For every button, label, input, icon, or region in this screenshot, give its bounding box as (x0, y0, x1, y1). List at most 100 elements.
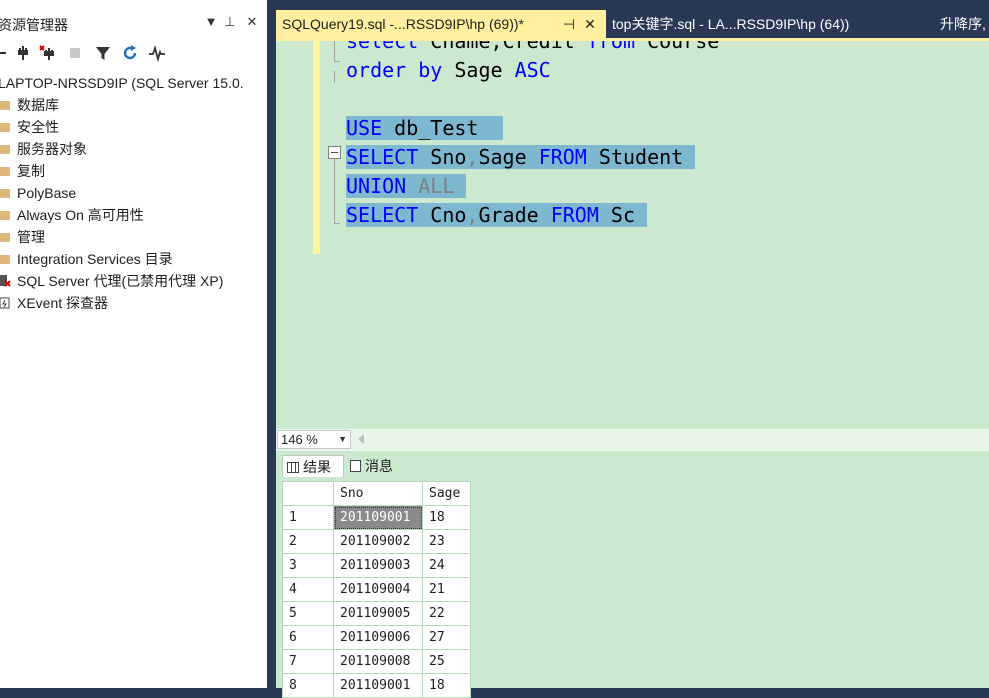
close-panel-icon[interactable]: ✕ (244, 13, 260, 31)
code-line-text: USE db_Test (346, 116, 503, 140)
change-tracking-bar (313, 41, 320, 254)
grid-header-row: Sno Sage (282, 481, 471, 506)
folder-icon (0, 211, 10, 220)
row-number[interactable]: 4 (282, 577, 334, 602)
window-position-dropdown-icon[interactable]: ▼ (203, 13, 219, 31)
cell-sage[interactable]: 22 (422, 601, 471, 626)
code-token: Grade (478, 203, 551, 227)
code-token: Cno (418, 203, 467, 227)
cell-sage[interactable]: 21 (422, 577, 471, 602)
close-tab-icon[interactable]: ✕ (582, 10, 598, 38)
tab-results[interactable]: 结果 (282, 455, 344, 477)
code-token: Sage (478, 145, 539, 169)
refresh-icon[interactable] (121, 44, 139, 62)
row-number[interactable]: 6 (282, 625, 334, 650)
folder-icon (0, 189, 10, 198)
folder-icon (0, 255, 10, 264)
outline-line (334, 223, 340, 224)
scroll-left-icon[interactable] (358, 434, 364, 444)
cell-sno[interactable]: 201109003 (333, 553, 423, 578)
code-line-text: SELECT Cno,Grade FROM Sc (346, 203, 648, 227)
pin-tab-icon[interactable]: ⊣ (561, 10, 577, 38)
table-row[interactable]: 1 201109001 18 (282, 505, 471, 530)
cell-sno[interactable]: 201109006 (333, 625, 423, 650)
auto-hide-pin-icon[interactable]: ⊥ (222, 13, 238, 31)
cell-sage[interactable]: 25 (422, 649, 471, 674)
table-row[interactable]: 2 201109002 23 (282, 529, 471, 554)
results-grid[interactable]: Sno Sage 1 201109001 18 2 201109002 23 3 201109… (282, 481, 471, 698)
tab-overflow[interactable]: 升降序, (940, 10, 986, 38)
query-editor[interactable]: select Cname,Credit from Course order by … (276, 41, 989, 429)
code-line[interactable]: SELECT Cno,Grade FROM Sc (346, 201, 648, 230)
chevron-down-icon: ▼ (338, 434, 347, 444)
table-row[interactable]: 7 201109008 25 (282, 649, 471, 674)
filter-icon[interactable] (94, 44, 112, 62)
code-line[interactable]: UNION ALL (346, 172, 467, 201)
connect-dropdown-icon[interactable] (0, 44, 12, 62)
row-number[interactable]: 5 (282, 601, 334, 626)
table-row[interactable]: 6 201109006 27 (282, 625, 471, 650)
panel-splitter[interactable] (267, 0, 276, 688)
row-number[interactable]: 2 (282, 529, 334, 554)
stop-icon[interactable] (66, 44, 84, 62)
code-token: , (466, 145, 479, 169)
column-header-sage[interactable]: Sage (422, 481, 471, 506)
tree-node-label: Integration Services 目录 (17, 251, 173, 267)
code-line-text: select Cname,Credit from Course (346, 41, 719, 53)
tab-sqlquery19[interactable]: SQLQuery19.sql -...RSSD9IP\hp (69))* ⊣ ✕ (276, 10, 606, 38)
column-header-sno[interactable]: Sno (333, 481, 423, 506)
document-tab-bar: SQLQuery19.sql -...RSSD9IP\hp (69))* ⊣ ✕… (276, 10, 989, 38)
results-tab-strip: 结果 消息 (276, 451, 989, 479)
activity-monitor-icon[interactable] (148, 44, 166, 62)
server-node-label: LAPTOP-NRSSD9IP (SQL Server 15.0. (0, 75, 244, 91)
code-line[interactable]: USE db_Test (346, 114, 503, 143)
row-number[interactable]: 7 (282, 649, 334, 674)
table-row[interactable]: 5 201109005 22 (282, 601, 471, 626)
grid-corner[interactable] (282, 481, 334, 506)
row-number[interactable]: 8 (282, 673, 334, 698)
cell-sage[interactable]: 27 (422, 625, 471, 650)
folder-icon (0, 233, 10, 242)
cell-sno[interactable]: 201109002 (333, 529, 423, 554)
zoom-level-value: 146 % (281, 432, 318, 447)
tree-node-label: 服务器对象 (17, 141, 87, 157)
cell-sno[interactable]: 201109005 (333, 601, 423, 626)
connect-icon[interactable] (14, 44, 32, 62)
code-line[interactable]: SELECT Sno,Sage FROM Student (346, 143, 696, 172)
tab-messages[interactable]: 消息 (346, 455, 410, 477)
row-number[interactable]: 3 (282, 553, 334, 578)
table-row[interactable]: 4 201109004 21 (282, 577, 471, 602)
cell-sage[interactable]: 18 (422, 505, 471, 530)
cell-sage[interactable]: 23 (422, 529, 471, 554)
table-row[interactable]: 8 201109001 18 (282, 673, 471, 698)
disconnect-icon[interactable] (38, 44, 56, 62)
tab-top-keyword[interactable]: top关键字.sql - LA...RSSD9IP\hp (64)) (606, 10, 936, 38)
outline-line (334, 41, 335, 61)
editor-zoom-bar: 146 % ▼ (276, 429, 989, 451)
zoom-level-select[interactable]: 146 % ▼ (277, 430, 351, 449)
cell-sno[interactable]: 201109008 (333, 649, 423, 674)
code-token: from (586, 41, 635, 53)
table-row[interactable]: 3 201109003 24 (282, 553, 471, 578)
cell-sno[interactable]: 201109001 (333, 505, 423, 530)
object-explorer-toolbar (0, 38, 267, 68)
message-icon (350, 460, 361, 472)
code-token: select (346, 41, 419, 53)
code-line[interactable]: order by Sage ASC (346, 56, 551, 85)
cell-sage[interactable]: 24 (422, 553, 471, 578)
code-token: SELECT (346, 145, 419, 169)
cell-sage[interactable]: 18 (422, 673, 471, 698)
code-line[interactable]: select Cname,Credit from Course (346, 41, 719, 56)
tree-node-label: SQL Server 代理(已禁用代理 XP) (17, 273, 224, 289)
cell-sno[interactable]: 201109001 (333, 673, 423, 698)
tab-label: SQLQuery19.sql -...RSSD9IP\hp (69))* (282, 16, 524, 32)
results-pane: 结果 消息 Sno Sage 1 201109001 18 2 201109002 23 3… (276, 451, 989, 698)
tree-node-label: 复制 (17, 163, 45, 179)
cell-sno[interactable]: 201109004 (333, 577, 423, 602)
collapse-region-icon[interactable] (328, 146, 341, 159)
agent-disabled-icon (0, 275, 11, 287)
code-token: Course (635, 41, 720, 53)
row-number[interactable]: 1 (282, 505, 334, 530)
code-line-text: SELECT Sno,Sage FROM Student (346, 145, 696, 169)
